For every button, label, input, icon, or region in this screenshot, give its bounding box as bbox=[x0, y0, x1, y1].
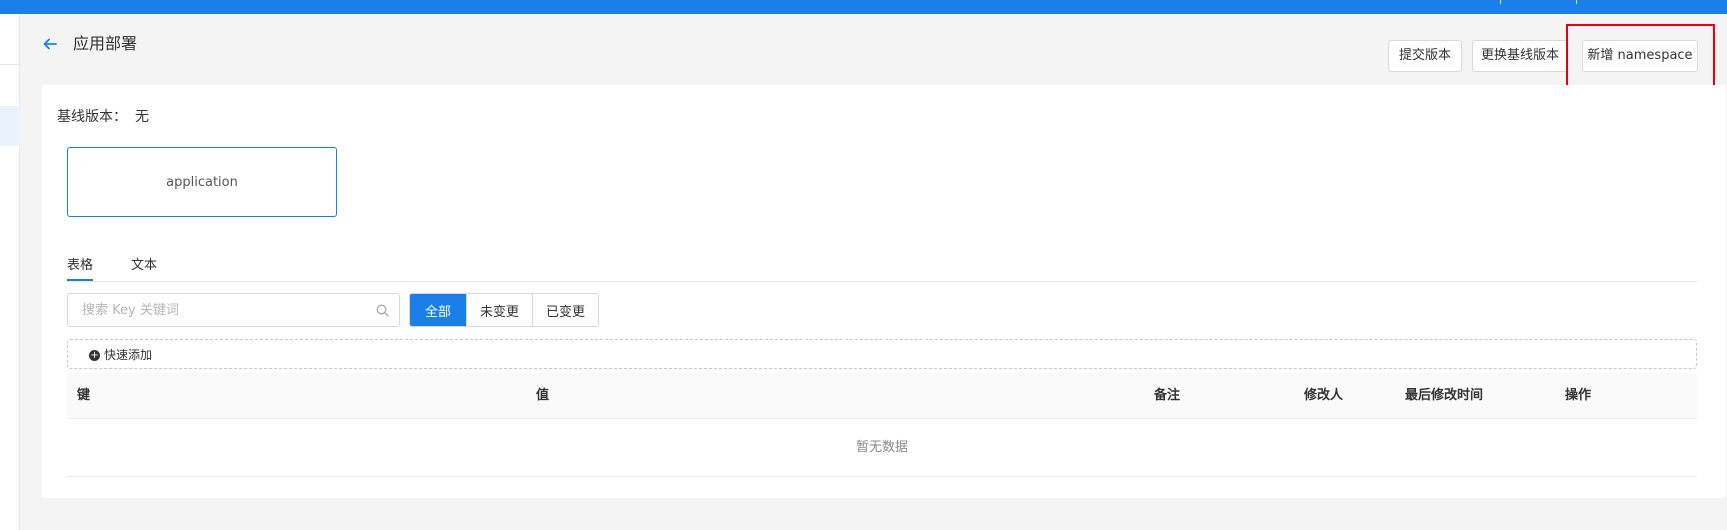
column-header-value: 值 bbox=[536, 388, 550, 403]
column-header-modifier: 修改人 bbox=[1304, 388, 1344, 403]
filter-all-button[interactable]: 全部 bbox=[410, 294, 466, 326]
baseline-value: 无 bbox=[135, 109, 149, 125]
top-bar-separator bbox=[1500, 0, 1501, 4]
submit-version-button[interactable]: 提交版本 bbox=[1388, 40, 1462, 72]
view-tabs: 表格 文本 bbox=[67, 257, 1697, 282]
table-header: 键 值 备注 修改人 最后修改时间 操作 bbox=[67, 373, 1697, 419]
switch-baseline-button[interactable]: 更换基线版本 bbox=[1472, 40, 1568, 72]
table-empty-row: 暂无数据 bbox=[67, 419, 1697, 477]
search-icon[interactable] bbox=[376, 304, 389, 317]
top-bar bbox=[0, 0, 1727, 14]
back-arrow-icon[interactable] bbox=[42, 36, 58, 52]
main-card: 基线版本： 无 application 表格 文本 全部 未变更 已变更 + 快速… bbox=[42, 85, 1726, 498]
quick-add-label: 快速添加 bbox=[104, 348, 153, 362]
column-header-key: 键 bbox=[77, 388, 91, 403]
active-tab-indicator bbox=[67, 279, 93, 281]
change-filter-group: 全部 未变更 已变更 bbox=[409, 293, 599, 327]
filter-unchanged-button[interactable]: 未变更 bbox=[466, 294, 532, 326]
column-header-remark: 备注 bbox=[1154, 388, 1181, 403]
tab-text[interactable]: 文本 bbox=[131, 257, 157, 275]
add-namespace-button[interactable]: 新增 namespace bbox=[1582, 40, 1698, 72]
baseline-info: 基线版本： 无 bbox=[57, 107, 149, 127]
filter-changed-button[interactable]: 已变更 bbox=[532, 294, 598, 326]
search-input[interactable] bbox=[68, 294, 358, 326]
search-box bbox=[67, 293, 400, 327]
plus-circle-icon: + bbox=[89, 350, 100, 361]
tab-table[interactable]: 表格 bbox=[67, 257, 93, 275]
baseline-label: 基线版本： bbox=[57, 109, 127, 125]
page-title: 应用部署 bbox=[73, 34, 138, 53]
left-sidebar bbox=[0, 14, 20, 530]
column-header-modified-time: 最后修改时间 bbox=[1405, 388, 1484, 403]
namespace-name: application bbox=[166, 174, 238, 190]
sidebar-active-item[interactable] bbox=[0, 106, 20, 146]
empty-state-text: 暂无数据 bbox=[855, 440, 908, 455]
page-header: 应用部署 提交版本 更换基线版本 新增 namespace bbox=[20, 14, 1727, 100]
namespace-card-application[interactable]: application bbox=[67, 147, 337, 217]
sidebar-divider bbox=[0, 64, 20, 65]
column-header-operation: 操作 bbox=[1565, 388, 1592, 403]
top-bar-separator bbox=[1576, 0, 1577, 4]
quick-add-button[interactable]: + 快速添加 bbox=[67, 339, 1697, 369]
